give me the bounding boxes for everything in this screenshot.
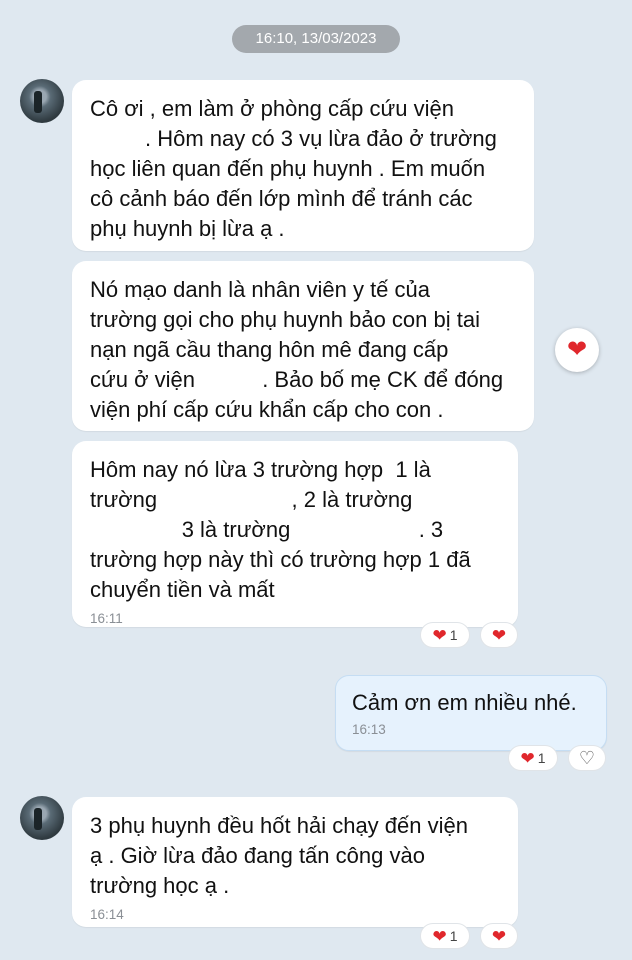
message-text: 3 phụ huynh đều hốt hải chạy đến viện ạ … [90,813,468,898]
heart-icon: ❤ [491,926,507,946]
message-time: 16:14 [90,907,124,922]
message-bubble[interactable]: Hôm nay nó lừa 3 trường hợp 1 là trường … [72,441,518,627]
heart-icon: ❤ [566,336,588,363]
message-text: Nó mạo danh là nhân viên y tế của trường… [90,277,504,422]
reaction-count: 1 [537,750,546,766]
my-message-bubble[interactable]: Cảm ơn em nhiều nhé. 16:13 [335,675,607,751]
reaction-summary[interactable]: ❤ 1 [420,923,470,949]
heart-icon: ❤ [432,926,447,946]
react-button[interactable]: ❤ [480,923,518,949]
date-separator: 16:10, 13/03/2023 [232,25,400,53]
reaction-button[interactable]: ❤ [555,328,599,372]
heart-icon: ❤ [491,625,507,645]
sender-avatar[interactable] [20,796,64,840]
reaction-count: 1 [449,928,458,944]
reaction-summary[interactable]: ❤ 1 [420,622,470,648]
message-text: Cô ơi , em làm ở phòng cấp cứu viện . Hô… [90,96,497,241]
reaction-count: 1 [449,627,458,643]
message-text: Hôm nay nó lừa 3 trường hợp 1 là trường … [90,457,471,602]
message-bubble[interactable]: 3 phụ huynh đều hốt hải chạy đến viện ạ … [72,797,518,927]
heart-icon: ❤ [432,625,447,645]
reaction-summary[interactable]: ❤ 1 [508,745,558,771]
message-text: Cảm ơn em nhiều nhé. [352,690,577,715]
heart-outline-icon: ♡ [578,748,596,768]
react-button[interactable]: ❤ [480,622,518,648]
sender-avatar[interactable] [20,79,64,123]
message-bubble[interactable]: Nó mạo danh là nhân viên y tế của trường… [72,261,534,431]
heart-icon: ❤ [520,748,535,768]
react-button[interactable]: ♡ [568,745,606,771]
message-bubble[interactable]: Cô ơi , em làm ở phòng cấp cứu viện . Hô… [72,80,534,251]
message-time: 16:13 [352,722,386,737]
